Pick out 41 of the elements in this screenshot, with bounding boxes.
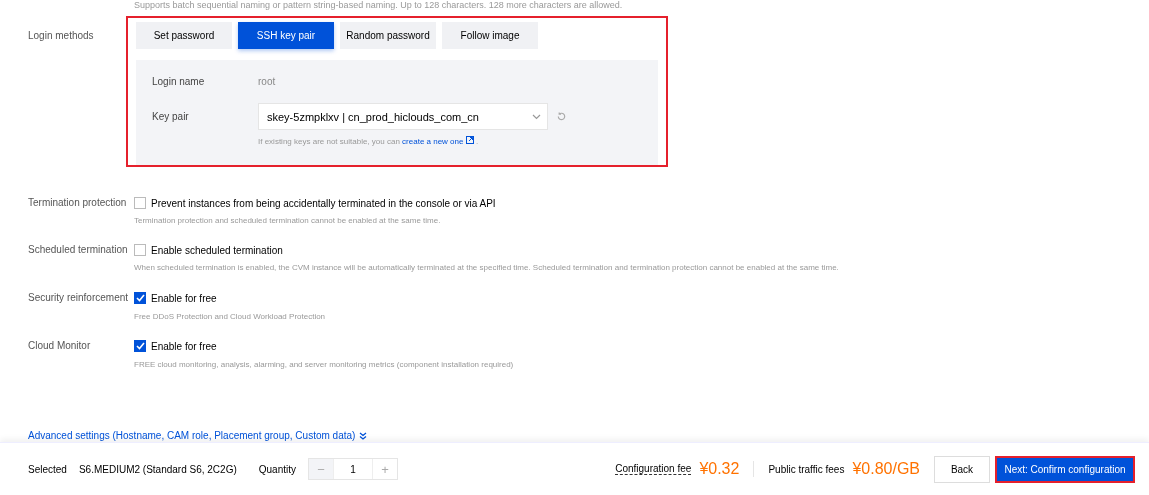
login-method-tab[interactable]: SSH key pair [238, 22, 334, 49]
field-label: Cloud Monitor [28, 340, 92, 351]
key-pair-hint: If existing keys are not suitable, you can create a new one . [258, 136, 480, 146]
selected-label: Selected [28, 463, 67, 475]
traffic-fee-label: Public traffic fees [768, 463, 845, 475]
advanced-settings-link[interactable]: Advanced settings (Hostname, CAM role, Placement group, Custom data) [28, 430, 356, 441]
checkbox[interactable] [134, 340, 146, 352]
configuration-fee: ¥0.32 [699, 460, 740, 478]
checkbox[interactable] [134, 197, 146, 209]
next-button[interactable]: Next: Confirm configuration [995, 455, 1135, 483]
option-hint: Free DDoS Protection and Cloud Workload Protection [134, 312, 326, 321]
field-label: Termination protection [28, 197, 128, 208]
chevron-down-icon [532, 113, 541, 120]
back-button[interactable]: Back [934, 455, 990, 483]
login-method-tab[interactable]: Set password [136, 22, 232, 49]
field-label: Key pair [152, 111, 190, 122]
checkbox-label[interactable]: Enable for free [151, 292, 217, 304]
configuration-fee-label: Configuration fee [615, 463, 692, 475]
external-link-icon [465, 136, 474, 144]
double-chevron-down-icon[interactable] [359, 431, 368, 440]
checkbox-label[interactable]: Enable for free [151, 340, 217, 352]
quantity-label: Quantity [258, 463, 296, 475]
option-hint: FREE cloud monitoring, analysis, alarming, and server monitoring metrics (component installation required) [134, 360, 514, 369]
checkbox-label[interactable]: Prevent instances from being accidentally terminated in the console or via API [151, 197, 496, 209]
field-label: Login name [152, 76, 206, 87]
checkbox[interactable] [134, 292, 146, 304]
checkbox-label[interactable]: Enable scheduled termination [151, 244, 283, 256]
option-hint: When scheduled termination is enabled, the CVM instance will be automatically terminated at the specified time. Scheduled termination and termination protection cannot be enabled at the same time. [134, 263, 839, 272]
selected-instance: S6.MEDIUM2 (Standard S6, 2C2G) [78, 463, 237, 475]
field-label: Security reinforcement [28, 292, 130, 303]
field-label: Login methods [28, 29, 95, 41]
login-name-value: root [258, 76, 276, 87]
login-method-tab[interactable]: Follow image [442, 22, 538, 49]
traffic-fee: ¥0.80/GB [852, 460, 920, 478]
field-label: Scheduled termination [28, 244, 129, 255]
create-key-link[interactable]: create a new one [402, 137, 474, 146]
option-hint: Termination protection and scheduled termination cannot be enabled at the same time. [134, 216, 442, 225]
login-method-tab[interactable]: Random password [340, 22, 436, 49]
naming-hint: Supports batch sequential naming or pattern string-based naming. Up to 128 characters. 128 more characters are allowed. [134, 0, 624, 10]
checkbox[interactable] [134, 244, 146, 256]
key-pair-select[interactable]: skey-5zmpklxv | cn_prod_hiclouds_com_cn [258, 103, 548, 130]
